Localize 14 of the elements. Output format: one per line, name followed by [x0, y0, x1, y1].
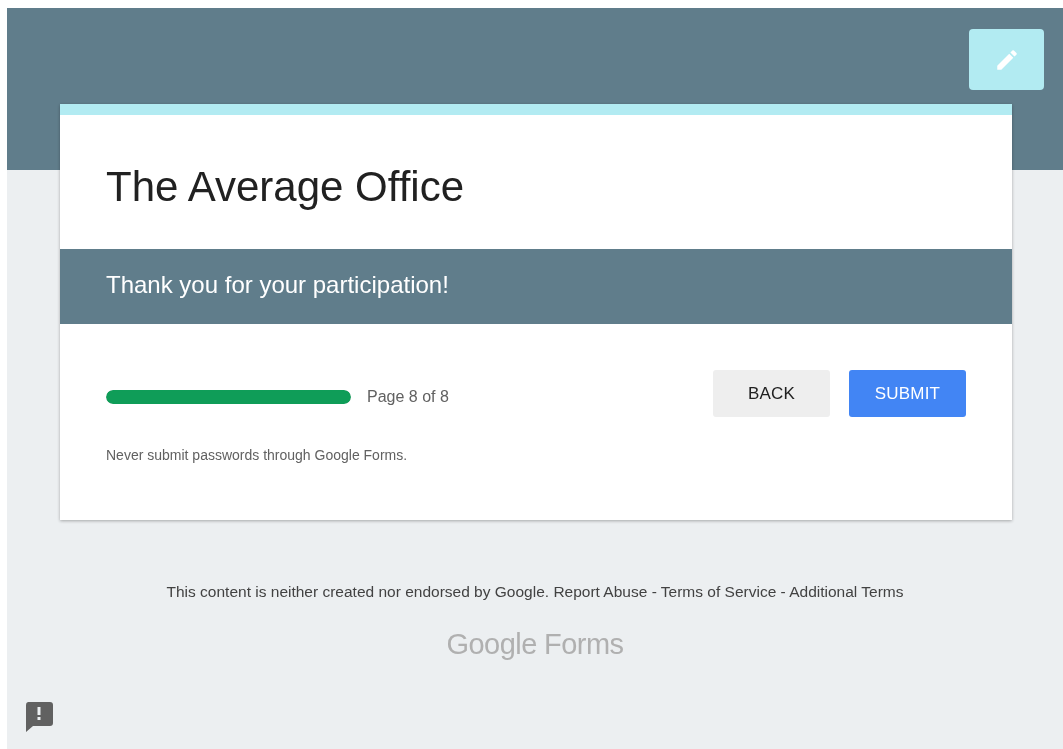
submit-button[interactable]: SUBMIT	[849, 370, 966, 417]
footer-link[interactable]: Terms of Service	[660, 583, 777, 600]
back-button[interactable]: BACK	[713, 370, 830, 417]
footer-link[interactable]: Report Abuse	[553, 583, 648, 600]
logo-brand: Google	[446, 628, 537, 661]
page-indicator: Page 8 of 8	[367, 387, 449, 406]
feedback-button[interactable]	[25, 702, 53, 732]
footer-text: This content is neither created nor endorsed by Google. Report Abuse - Terms of Service - Additional Terms	[165, 583, 905, 601]
feedback-icon	[25, 702, 53, 732]
form-title: The Average Office	[105, 162, 465, 212]
password-warning: Never submit passwords through Google Forms.	[106, 447, 409, 463]
footer-link[interactable]: Additional Terms	[789, 583, 904, 600]
logo-product: Forms	[543, 628, 624, 661]
section-title: Thank you for your participation!	[106, 271, 449, 298]
